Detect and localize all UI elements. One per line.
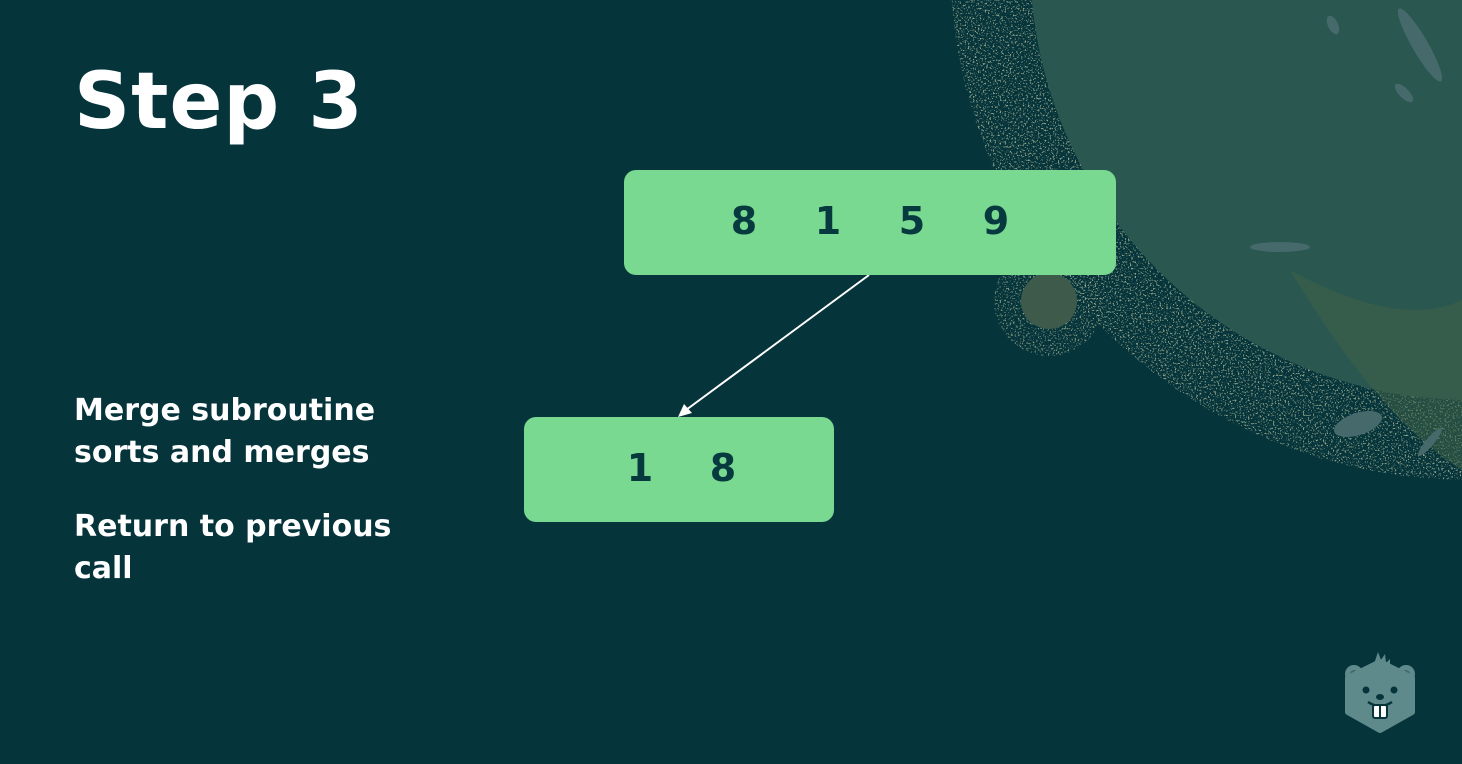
slide-title: Step 3 — [74, 57, 364, 147]
parent-array-box: 8 1 5 9 — [624, 170, 1116, 275]
description-return: Return to previous call — [74, 509, 392, 586]
child-array-element: 1 — [626, 445, 654, 490]
streak-1 — [1397, 8, 1443, 82]
streak-5 — [1333, 410, 1383, 438]
beaver-mascot-icon — [1345, 652, 1415, 733]
planet-glow — [1290, 270, 1462, 470]
child-array-element: 8 — [709, 445, 737, 490]
edge-line — [685, 274, 870, 411]
parent-array-element: 5 — [898, 198, 926, 243]
streak-6 — [1418, 427, 1442, 457]
moon-shape — [1021, 273, 1077, 329]
description-merge: Merge subroutine sorts and merges — [74, 393, 376, 470]
parent-array-element: 9 — [982, 198, 1010, 243]
arrowhead-icon — [678, 404, 692, 417]
parent-array-element: 8 — [730, 198, 758, 243]
streak-2 — [1326, 15, 1340, 35]
streak-4 — [1250, 242, 1310, 252]
streak-3 — [1394, 83, 1414, 103]
child-array-box: 1 8 — [524, 417, 834, 522]
parent-array-element: 1 — [814, 198, 842, 243]
